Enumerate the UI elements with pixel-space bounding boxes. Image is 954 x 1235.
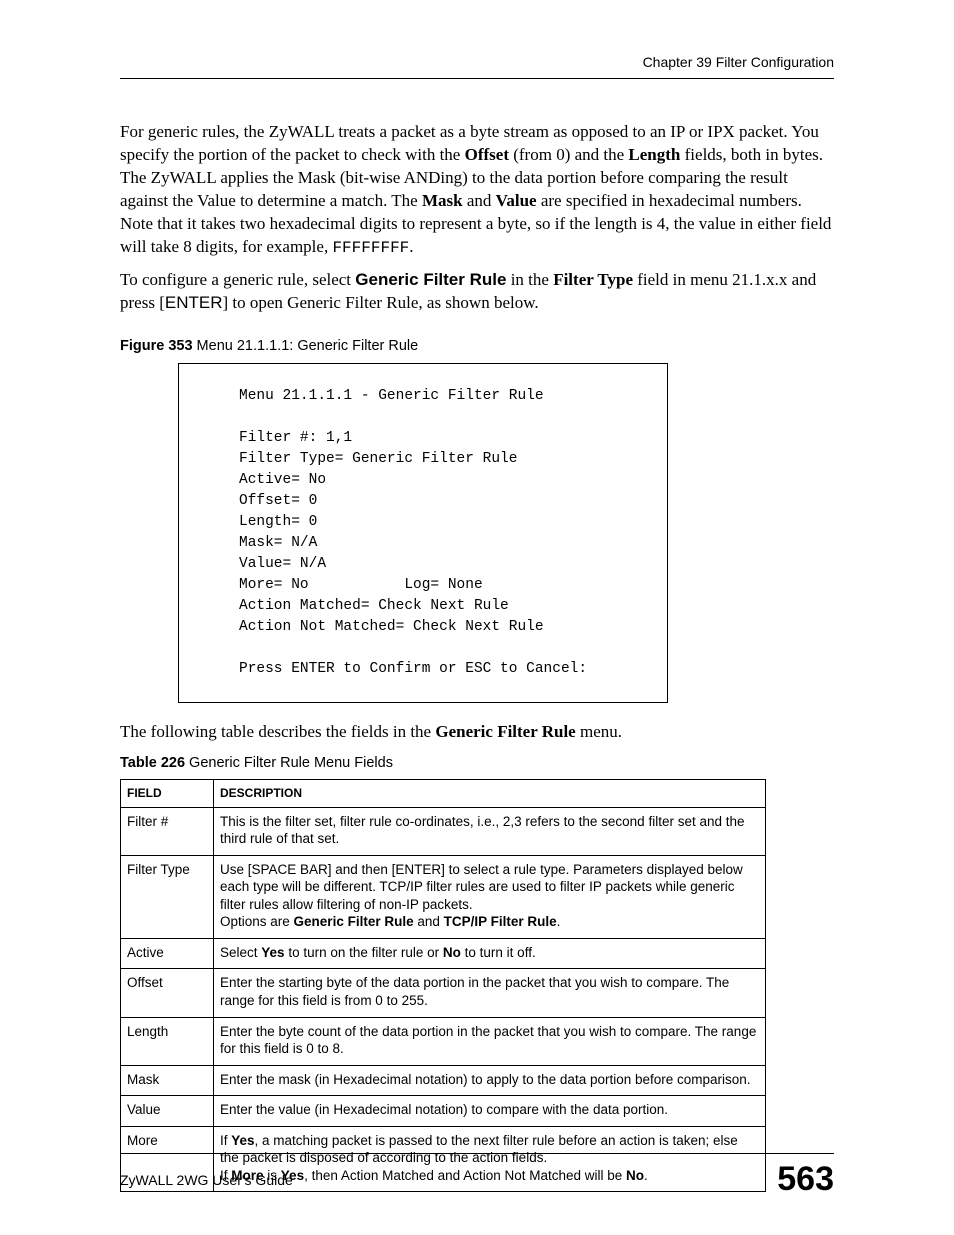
- field-desc-cell: Select Yes to turn on the filter rule or…: [214, 938, 766, 969]
- field-desc-cell: Enter the value (in Hexadecimal notation…: [214, 1096, 766, 1127]
- text: To configure a generic rule, select: [120, 270, 355, 289]
- table-intro: The following table describes the fields…: [120, 721, 834, 744]
- table-title: Generic Filter Rule Menu Fields: [185, 755, 393, 771]
- text: menu.: [576, 722, 622, 741]
- body-content: For generic rules, the ZyWALL treats a p…: [120, 79, 834, 1192]
- field-name-cell: Length: [121, 1017, 214, 1065]
- col-header-field: FIELD: [121, 780, 214, 807]
- text: ] to open Generic Filter Rule, as shown …: [222, 293, 538, 312]
- col-header-description: DESCRIPTION: [214, 780, 766, 807]
- table-row: MaskEnter the mask (in Hexadecimal notat…: [121, 1065, 766, 1096]
- field-name-cell: Active: [121, 938, 214, 969]
- text: (from 0) and the: [509, 145, 628, 164]
- text-bold: Generic Filter Rule: [355, 270, 506, 289]
- chapter-label: Chapter 39 Filter Configuration: [643, 54, 834, 70]
- text-bold: Length: [628, 145, 680, 164]
- field-desc-cell: Use [SPACE BAR] and then [ENTER] to sele…: [214, 855, 766, 938]
- field-desc-cell: Enter the starting byte of the data port…: [214, 969, 766, 1017]
- intro-para-2: To configure a generic rule, select Gene…: [120, 269, 834, 315]
- page-footer: ZyWALL 2WG User's Guide 563: [120, 1153, 834, 1199]
- table-row: ValueEnter the value (in Hexadecimal not…: [121, 1096, 766, 1127]
- text-bold: Filter Type: [553, 270, 633, 289]
- text-bold: Offset: [465, 145, 509, 164]
- table-row: Filter TypeUse [SPACE BAR] and then [ENT…: [121, 855, 766, 938]
- text: and: [463, 191, 496, 210]
- table-header-row: FIELD DESCRIPTION: [121, 780, 766, 807]
- table-row: OffsetEnter the starting byte of the dat…: [121, 969, 766, 1017]
- field-desc-cell: Enter the mask (in Hexadecimal notation)…: [214, 1065, 766, 1096]
- field-name-cell: Mask: [121, 1065, 214, 1096]
- field-name-cell: Offset: [121, 969, 214, 1017]
- table-row: ActiveSelect Yes to turn on the filter r…: [121, 938, 766, 969]
- table-row: LengthEnter the byte count of the data p…: [121, 1017, 766, 1065]
- figure-title: Menu 21.1.1.1: Generic Filter Rule: [193, 338, 419, 354]
- text-bold: Value: [496, 191, 537, 210]
- text: .: [409, 237, 413, 256]
- text: in the: [506, 270, 553, 289]
- table-number: Table 226: [120, 755, 185, 771]
- footer-guide-title: ZyWALL 2WG User's Guide: [120, 1172, 293, 1188]
- fields-table: FIELD DESCRIPTION Filter #This is the fi…: [120, 779, 766, 1192]
- page-container: Chapter 39 Filter Configuration For gene…: [0, 0, 954, 1235]
- text-sans: ENTER: [165, 293, 223, 312]
- footer-page-number: 563: [777, 1160, 834, 1199]
- field-desc-cell: Enter the byte count of the data portion…: [214, 1017, 766, 1065]
- field-name-cell: Value: [121, 1096, 214, 1127]
- table-row: Filter #This is the filter set, filter r…: [121, 807, 766, 855]
- text-bold: Mask: [422, 191, 463, 210]
- intro-para-1: For generic rules, the ZyWALL treats a p…: [120, 121, 834, 259]
- text-bold: Generic Filter Rule: [435, 722, 575, 741]
- figure-number: Figure 353: [120, 338, 193, 354]
- page-header: Chapter 39 Filter Configuration: [120, 54, 834, 79]
- field-name-cell: Filter Type: [121, 855, 214, 938]
- text: The following table describes the fields…: [120, 722, 435, 741]
- figure-caption: Figure 353 Menu 21.1.1.1: Generic Filter…: [120, 337, 834, 357]
- terminal-screenshot: Menu 21.1.1.1 - Generic Filter Rule Filt…: [178, 363, 668, 703]
- field-desc-cell: This is the filter set, filter rule co-o…: [214, 807, 766, 855]
- text-mono: FFFFFFFF: [332, 239, 409, 257]
- field-name-cell: Filter #: [121, 807, 214, 855]
- table-caption: Table 226 Generic Filter Rule Menu Field…: [120, 754, 834, 774]
